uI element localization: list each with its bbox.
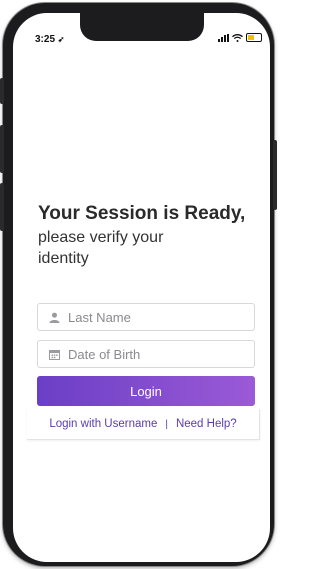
status-time-text: 3:25 — [35, 34, 56, 45]
dob-input[interactable] — [68, 346, 238, 362]
phone-screen: 3:25 ➶ Your Session is Ready, please ver… — [13, 13, 270, 562]
link-separator: | — [165, 418, 168, 430]
status-time: 3:25 ➶ — [35, 34, 65, 45]
login-button[interactable]: Login — [37, 376, 255, 406]
location-arrow-icon: ➶ — [57, 35, 65, 44]
camera-notch — [80, 13, 204, 41]
login-with-username-link[interactable]: Login with Username — [49, 418, 157, 430]
power-button — [273, 140, 277, 210]
wifi-icon — [232, 33, 243, 42]
signal-icon — [218, 33, 229, 42]
volume-up-button — [0, 125, 4, 173]
page-title: Your Session is Ready, — [38, 203, 246, 224]
subtitle-line-2: identity — [38, 250, 89, 267]
need-help-link[interactable]: Need Help? — [176, 418, 237, 430]
auth-links: Login with Username | Need Help? — [27, 409, 260, 440]
status-icons — [218, 33, 262, 42]
person-icon — [47, 310, 61, 324]
battery-icon — [246, 33, 262, 42]
mute-switch — [0, 78, 4, 104]
phone-frame: 3:25 ➶ Your Session is Ready, please ver… — [3, 3, 274, 566]
subtitle-line-1: please verify your — [38, 229, 164, 246]
dob-field[interactable] — [37, 340, 255, 368]
page-subtitle: please verify your identity — [38, 227, 263, 269]
last-name-input[interactable] — [68, 309, 238, 325]
last-name-field[interactable] — [37, 303, 255, 331]
volume-down-button — [0, 183, 4, 231]
calendar-icon — [47, 347, 61, 361]
page-heading: Your Session is Ready, please verify you… — [38, 203, 263, 269]
